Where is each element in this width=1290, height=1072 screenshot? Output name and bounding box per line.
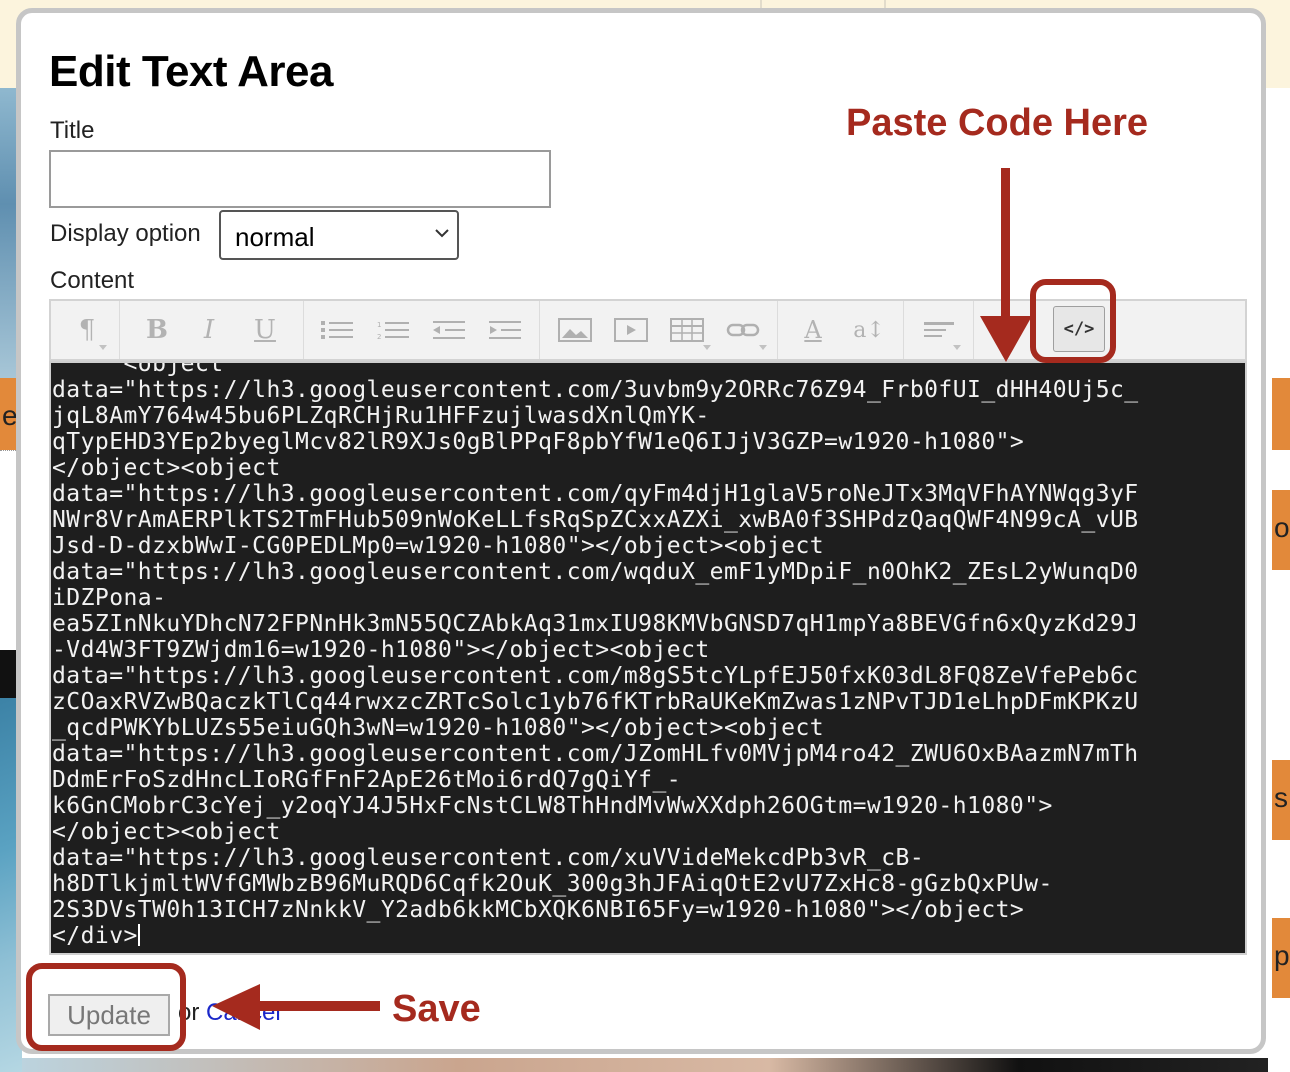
code-button-highlight: [1030, 279, 1116, 363]
toolbar-separator: [303, 301, 304, 359]
font-size-button[interactable]: a↕: [849, 301, 889, 359]
code-line: jqL8AmY764w45bu6PLZqRCHjRu1HFFzujlwasdXn…: [52, 403, 710, 429]
code-line: data="https://lh3.googleusercontent.com/…: [52, 845, 925, 871]
dialog-title: Edit Text Area: [49, 47, 333, 96]
title-label: Title: [50, 117, 95, 144]
background-orange-tile: s: [1272, 760, 1290, 840]
underline-button[interactable]: U: [247, 301, 283, 359]
code-line: -Vd4W3FT9ZWjdm16=w1920-h1080"></object><…: [52, 637, 710, 663]
toolbar-separator: [119, 301, 120, 359]
insert-image-button[interactable]: [555, 301, 595, 359]
code-line: Jsd-D-dzxbWwI-CG0PEDLMp0=w1920-h1080"></…: [52, 533, 825, 559]
image-icon: [558, 318, 592, 342]
code-line: k6GnCMobrC3cYej_y2oqYJ4J5HxFcNstCLW8ThHn…: [52, 793, 1053, 819]
code-line: h8DTlkjmltWVfGMWbzB96MuRQD6Cqfk2OuK_300g…: [52, 871, 1053, 897]
video-icon: [614, 318, 648, 342]
ordered-list-button[interactable]: 1 2: [373, 301, 413, 359]
indent-icon: [489, 321, 521, 339]
italic-button[interactable]: I: [191, 301, 227, 359]
toolbar-separator: [973, 301, 974, 359]
paragraph-icon: ¶: [78, 315, 96, 345]
link-icon: [726, 323, 760, 337]
edit-text-area-dialog: Edit Text Area Title Display option norm…: [16, 8, 1266, 1054]
align-left-icon: [924, 322, 954, 337]
code-line: qTypEHD3YEp2byeglMcv82lR9XJs0gBlPPqF8pbY…: [52, 429, 1025, 455]
underline-icon: U: [254, 315, 276, 345]
caret-down-icon: [759, 345, 767, 350]
insert-table-button[interactable]: [667, 301, 711, 359]
display-option-value: normal: [235, 222, 315, 252]
caret-down-icon: [703, 345, 711, 350]
background-orange-tile: [1272, 378, 1290, 450]
italic-icon: I: [203, 315, 215, 345]
background-edge-text: s: [1274, 782, 1288, 813]
toolbar-separator: [903, 301, 904, 359]
unordered-list-button[interactable]: [317, 301, 357, 359]
align-button[interactable]: [919, 301, 961, 359]
background-orange-tile: p: [1272, 918, 1290, 998]
content-label: Content: [50, 267, 135, 294]
code-line: ea5ZInNkuYDhcN72FPNnHk3mN55QCZAbkAq31mxI…: [52, 611, 1139, 637]
background-orange-tile: o: [1272, 490, 1290, 570]
code-content: <object data="https://lh3.googleusercont…: [52, 361, 1139, 949]
chevron-down-icon: [435, 229, 449, 238]
paste-code-annotation: Paste Code Here: [846, 102, 1149, 144]
code-line: data="https://lh3.googleusercontent.com/…: [52, 741, 1139, 767]
font-color-button[interactable]: A: [793, 301, 833, 359]
code-line: data="https://lh3.googleusercontent.com/…: [52, 481, 1139, 507]
code-line: iDZPona-: [52, 585, 167, 611]
code-line: DdmErFoSzdHncLIoRGfFnF2ApE26tMoi6rdQ7gQi…: [52, 767, 682, 793]
title-input[interactable]: [49, 150, 551, 208]
html-code-editor[interactable]: <object data="https://lh3.googleusercont…: [49, 361, 1247, 955]
code-line: data="https://lh3.googleusercontent.com/…: [52, 663, 1139, 689]
background-edge-text: p: [1274, 940, 1290, 971]
cancel-link[interactable]: Cancel: [206, 999, 281, 1027]
font-size-icon: a↕: [853, 317, 885, 343]
save-annotation: Save: [392, 988, 481, 1030]
code-line: 2S3DVsTW0h13ICH7zNnkkV_Y2adb6kkMCbXQK6NB…: [52, 897, 1025, 923]
bold-button[interactable]: B: [139, 301, 175, 359]
background-bottom-strip: [22, 1058, 1268, 1072]
background-edge-text: o: [1274, 512, 1290, 543]
toolbar-separator: [539, 301, 540, 359]
insert-video-button[interactable]: [611, 301, 651, 359]
svg-text:2: 2: [377, 333, 381, 340]
indent-button[interactable]: [485, 301, 525, 359]
update-button-highlight: [26, 963, 186, 1051]
code-line: data="https://lh3.googleusercontent.com/…: [52, 377, 1139, 403]
code-line: zCOaxRVZwBQaczkTlCq44rwxzcZRTcSolc1yb76f…: [52, 689, 1139, 715]
insert-link-button[interactable]: [723, 301, 767, 359]
ordered-list-icon: 1 2: [377, 321, 409, 340]
svg-text:1: 1: [377, 321, 381, 329]
code-line: data="https://lh3.googleusercontent.com/…: [52, 559, 1139, 585]
bold-icon: B: [146, 315, 168, 345]
paragraph-format-button[interactable]: ¶: [65, 301, 109, 359]
caret-down-icon: [99, 345, 107, 350]
font-color-icon: A: [804, 316, 822, 344]
code-line: _qcdPWKYbLUZs55eiuGQh3wN=w1920-h1080"></…: [52, 715, 825, 741]
table-icon: [670, 318, 704, 342]
code-line: </object><object: [52, 819, 281, 845]
display-option-select[interactable]: normal: [219, 210, 459, 260]
code-line: </div>: [52, 923, 138, 949]
code-line: </object><object: [52, 455, 281, 481]
outdent-icon: [433, 321, 465, 339]
unordered-list-icon: [321, 321, 353, 339]
toolbar-separator: [777, 301, 778, 359]
display-option-label: Display option: [50, 220, 201, 247]
code-line: NWr8VrAmAERPlkTS2TmFHub509nWoKeLLfsRqSpZ…: [52, 507, 1139, 533]
outdent-button[interactable]: [429, 301, 469, 359]
caret-down-icon: [953, 345, 961, 350]
text-cursor: [137, 924, 140, 946]
code-line: <object: [52, 361, 224, 377]
